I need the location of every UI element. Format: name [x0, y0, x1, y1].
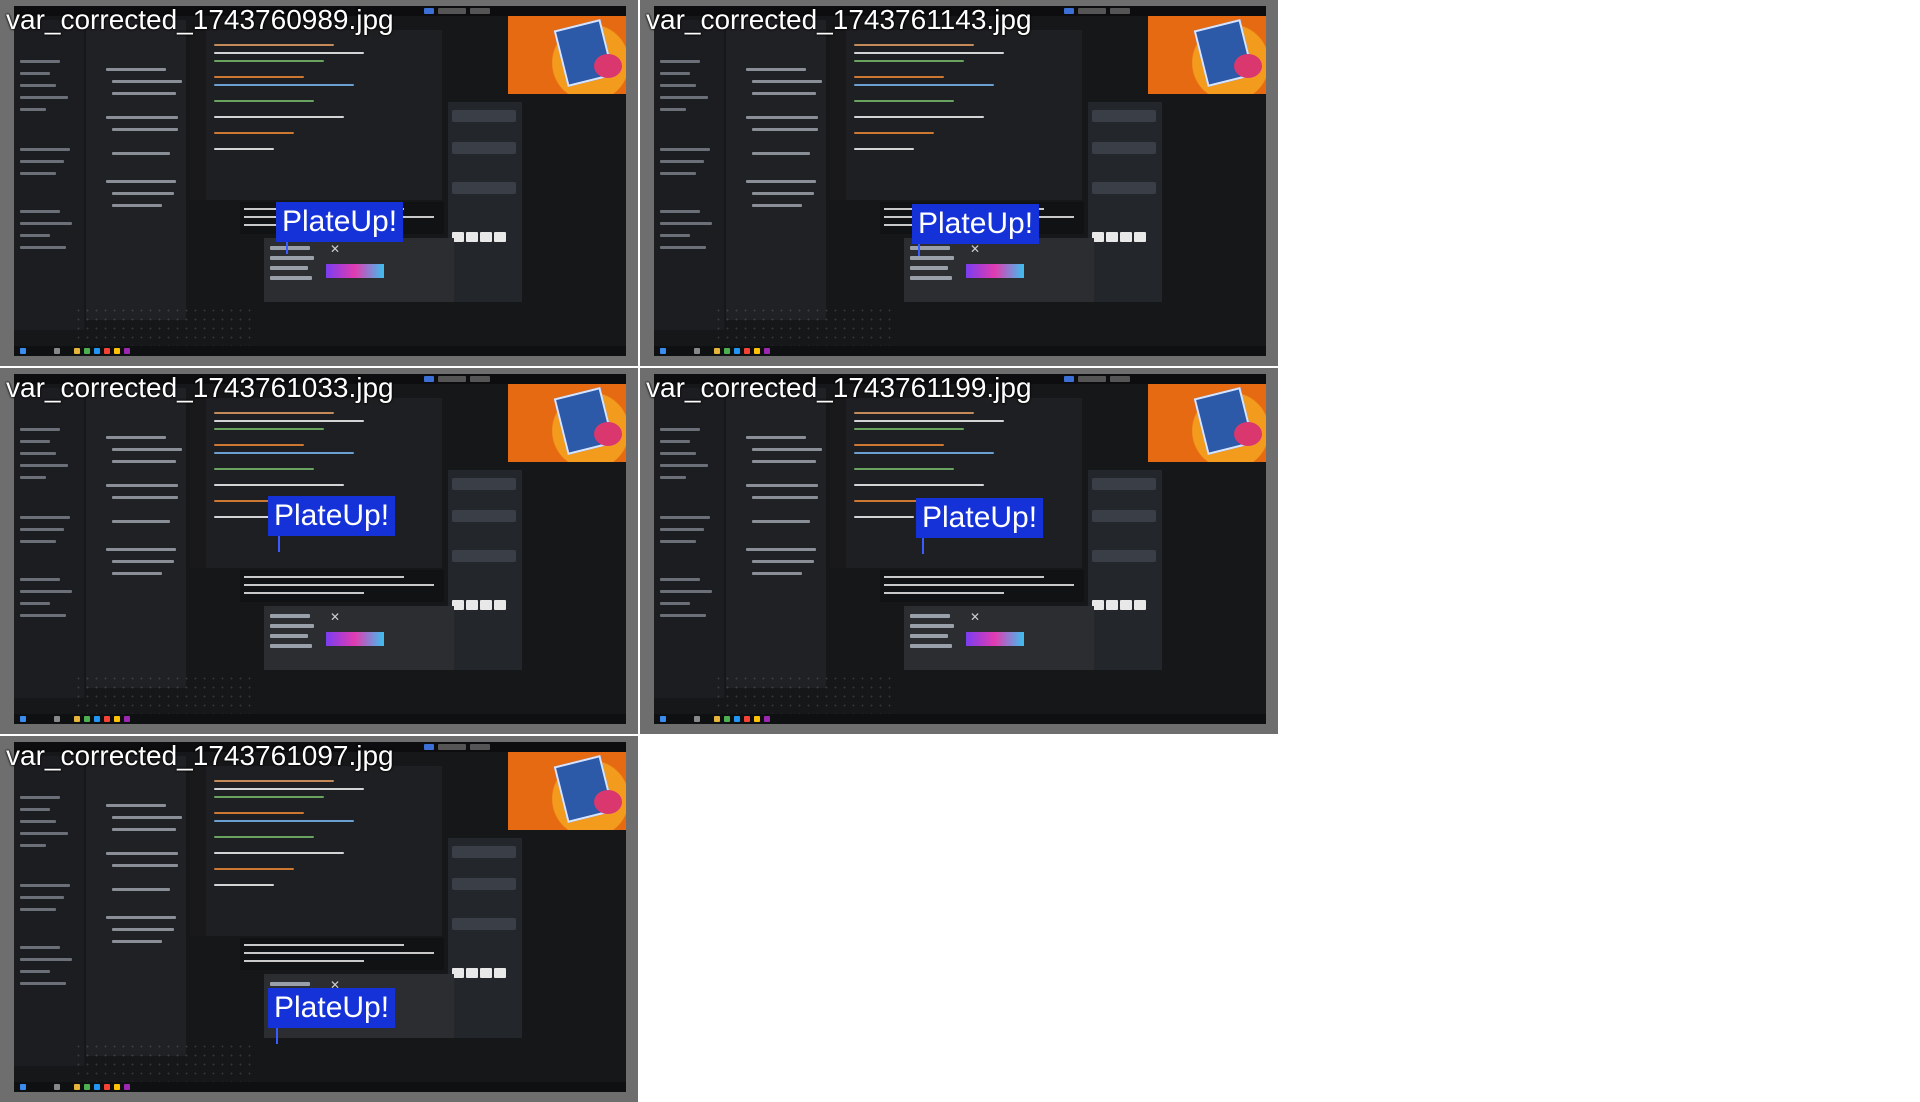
game-banner	[966, 632, 1024, 646]
file-name: var_corrected_1743761097.jpg	[6, 740, 394, 771]
file-name: var_corrected_1743761199.jpg	[646, 372, 1032, 403]
screenshot-thumbnail: ✕	[14, 374, 626, 724]
chat-panel	[86, 20, 186, 320]
sidebar	[14, 20, 84, 330]
taskbar	[14, 714, 626, 724]
game-label: PlateUp!	[276, 202, 404, 242]
screenshot-tile[interactable]: ✕ var_corrected_1743760989.jpg PlateUp!	[0, 0, 638, 366]
screenshot-thumbnail: ✕	[654, 6, 1266, 356]
screenshot-tile[interactable]: ✕ var_corrected_1743761097.jpg PlateUp!	[0, 736, 638, 1102]
notification-popup: ✕	[264, 606, 454, 670]
notification-popup: ✕	[264, 238, 454, 302]
terminal	[240, 938, 444, 970]
chat-panel	[726, 20, 826, 320]
right-panel	[1088, 102, 1162, 302]
game-art	[508, 752, 626, 830]
screenshot-tile[interactable]: ✕ var_corrected_1743761033.jpg PlateUp!	[0, 368, 638, 734]
close-icon: ✕	[330, 610, 341, 624]
notification-popup: ✕	[904, 606, 1094, 670]
game-label: PlateUp!	[268, 988, 396, 1028]
terminal	[240, 570, 444, 602]
game-art	[508, 16, 626, 94]
screenshot-thumbnail: ✕	[14, 6, 626, 356]
close-icon: ✕	[330, 242, 341, 256]
screenshot-thumbnail: ✕	[14, 742, 626, 1092]
file-name: var_corrected_1743761143.jpg	[646, 4, 1032, 35]
taskbar	[14, 1082, 626, 1092]
file-name: var_corrected_1743761033.jpg	[6, 372, 394, 403]
game-banner	[326, 632, 384, 646]
taskbar	[14, 346, 626, 356]
terminal	[880, 570, 1084, 602]
chat-panel	[726, 388, 826, 688]
screenshot-tile[interactable]: ✕ var_corrected_1743761199.jpg PlateUp!	[640, 368, 1278, 734]
game-art	[1148, 384, 1266, 462]
sidebar	[654, 388, 724, 698]
code-editor	[190, 398, 442, 568]
code-editor	[830, 30, 1082, 200]
close-icon: ✕	[970, 242, 981, 256]
game-banner	[966, 264, 1024, 278]
screenshot-thumbnail: ✕	[654, 374, 1266, 724]
right-panel	[448, 102, 522, 302]
sidebar	[14, 756, 84, 1066]
game-label: PlateUp!	[268, 496, 396, 536]
game-label: PlateUp!	[912, 204, 1040, 244]
game-label: PlateUp!	[916, 498, 1044, 538]
sidebar	[14, 388, 84, 698]
game-art	[508, 384, 626, 462]
code-editor	[190, 30, 442, 200]
right-panel	[1088, 470, 1162, 670]
right-panel	[448, 470, 522, 670]
code-editor	[190, 766, 442, 936]
right-panel	[448, 838, 522, 1038]
close-icon: ✕	[970, 610, 981, 624]
sidebar	[654, 20, 724, 330]
game-banner	[326, 264, 384, 278]
file-name: var_corrected_1743760989.jpg	[6, 4, 394, 35]
screenshot-tile[interactable]: ✕ var_corrected_1743761143.jpg PlateUp!	[640, 0, 1278, 366]
chat-panel	[86, 388, 186, 688]
chat-panel	[86, 756, 186, 1056]
game-art	[1148, 16, 1266, 94]
taskbar	[654, 714, 1266, 724]
taskbar	[654, 346, 1266, 356]
code-editor	[830, 398, 1082, 568]
notification-popup: ✕	[904, 238, 1094, 302]
